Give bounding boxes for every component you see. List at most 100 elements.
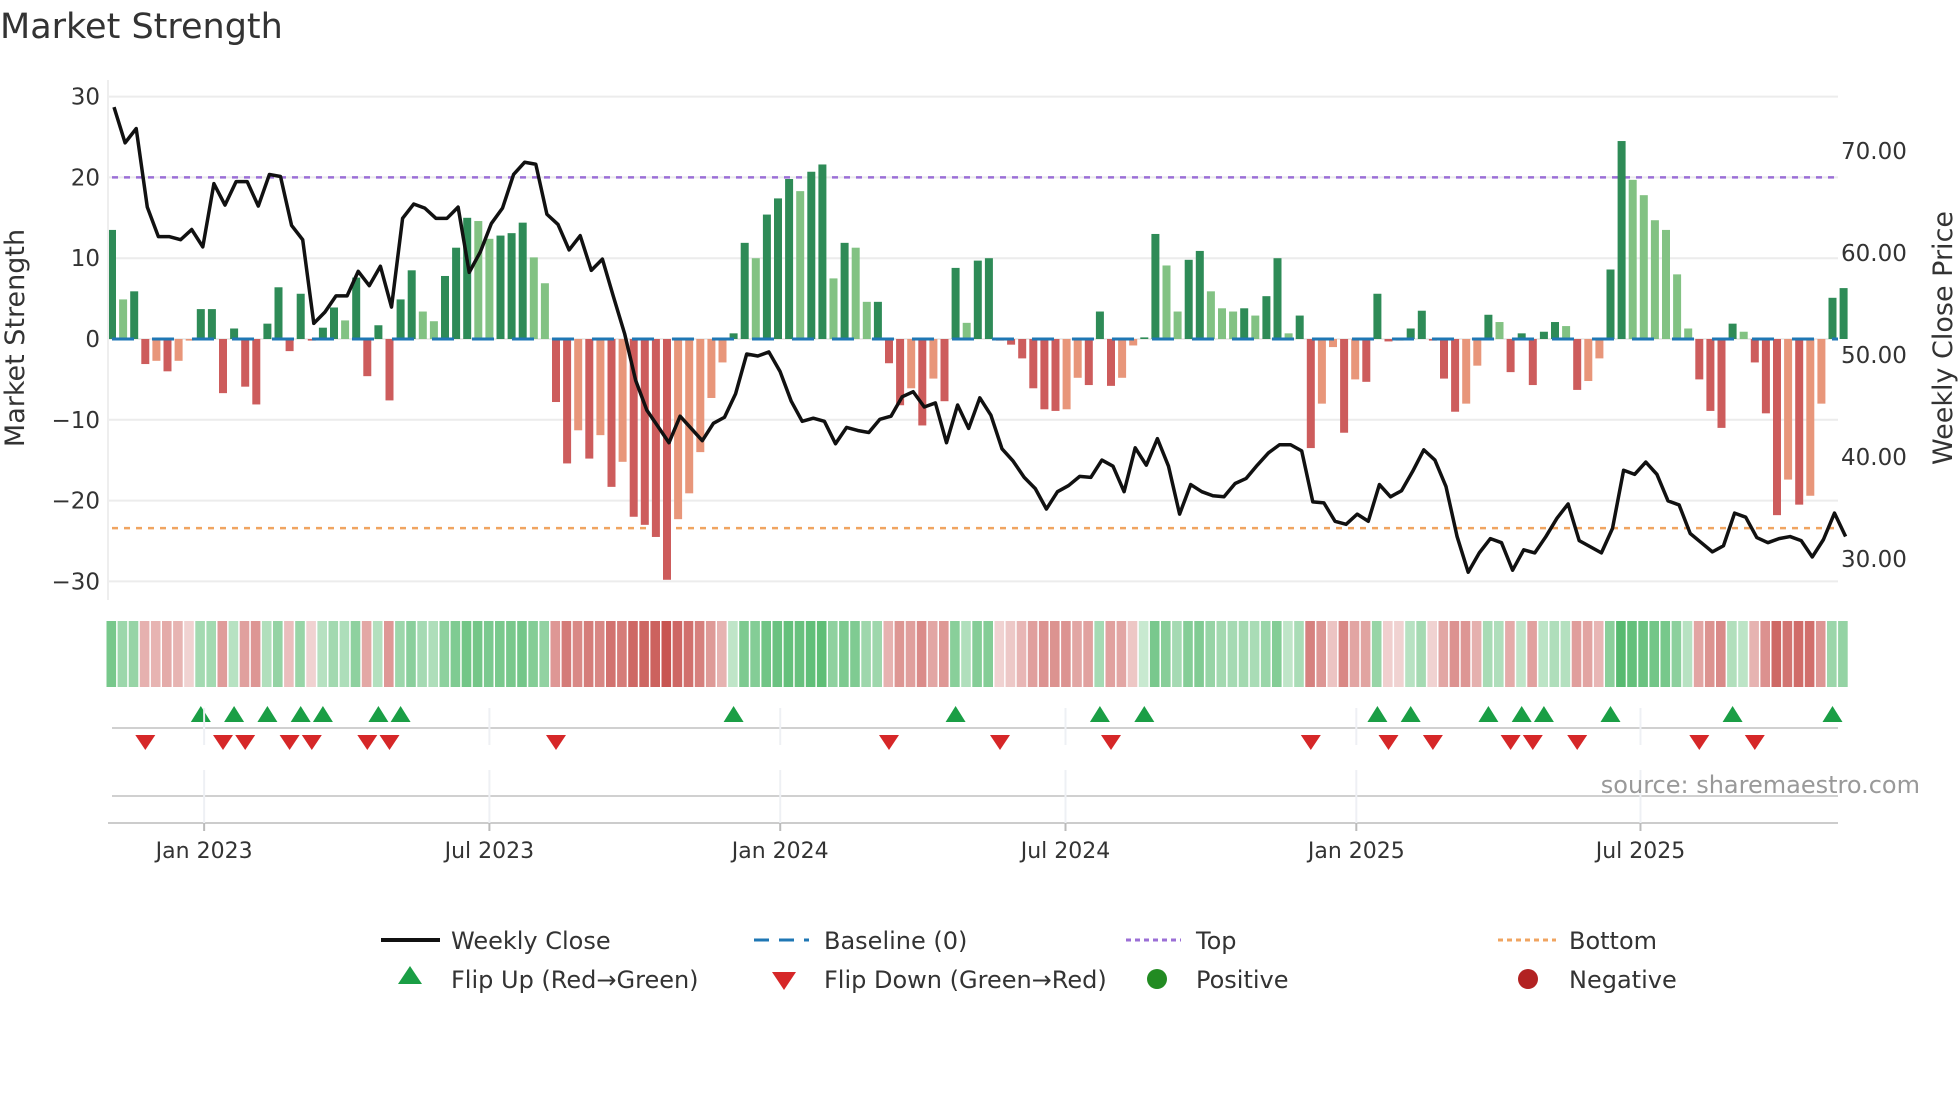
heat-cell [650,621,660,687]
heat-cell [406,621,416,687]
market-strength-chart: Market Strength 30 20 10 0 −10 −20 −30 70.00 60… [0,7,1959,994]
strength-bar [1828,297,1837,339]
heat-cell [606,621,616,687]
strength-bar [119,299,128,339]
strength-bar [1562,326,1571,339]
heat-cell [1693,621,1704,687]
flip-up-marker [290,706,311,722]
strength-bar [1340,339,1349,433]
strength-bar [596,339,605,436]
heat-cell [1371,621,1382,687]
heat-cell [794,621,805,687]
heat-cell [1516,621,1526,687]
y-tick-label: 20 [71,165,100,191]
heat-cell [839,621,849,687]
strength-bar [1417,310,1426,339]
heat-cell [317,621,327,687]
y2-tick-label: 50.00 [1841,343,1907,369]
strength-bar [873,301,882,339]
heat-cell [295,621,305,687]
heat-cell [828,621,838,687]
heat-cell [1804,621,1815,687]
strength-bar [1628,179,1637,339]
heat-cell [1560,621,1571,687]
heat-cell [1616,621,1626,687]
strength-bar [1484,314,1493,339]
strength-bar [352,277,361,339]
strength-bar [1750,339,1759,363]
strength-bar [1739,331,1748,339]
heat-cell [1027,621,1038,687]
legend-positive-label: Positive [1196,966,1289,994]
heat-cell [705,621,716,687]
left-axis: 30 20 10 0 −10 −20 −30 [51,80,109,600]
heat-cell [1449,621,1460,687]
strength-bar [141,339,150,365]
strength-bar [1173,311,1182,339]
flip-up-marker [1822,706,1843,722]
strength-bar [796,191,805,339]
legend-negative-label: Negative [1569,966,1677,994]
strength-bar [918,339,927,426]
heat-cell [117,621,128,687]
strength-bar [1406,328,1415,339]
heat-cell [495,621,505,687]
strength-bar [640,339,649,525]
strength-bar [1817,339,1826,404]
strength-bar [485,238,494,339]
y2-tick-label: 70.00 [1841,139,1907,165]
flip-down-marker [357,735,378,750]
heat-cell [1349,621,1360,687]
flip-down-marker [1422,735,1443,750]
heat-cell [461,621,472,687]
heat-cell [617,621,627,687]
strength-bar [1639,195,1648,339]
heat-cell [583,621,594,687]
y-tick-label: −30 [51,569,100,595]
chart-title: Market Strength [0,7,283,47]
strength-bar [862,301,871,339]
heat-cell [861,621,871,687]
heat-cell [1405,621,1415,687]
heat-cell [1183,621,1193,687]
strength-bar [951,267,960,339]
heat-cell [395,621,405,687]
heat-cell [572,621,583,687]
heat-cell [1294,621,1304,687]
heat-cell [1149,621,1160,687]
strength-bar [1462,339,1471,404]
heat-cell [1827,621,1837,687]
heat-cell [217,621,228,687]
strength-bar [152,339,161,361]
heat-cell [772,621,783,687]
heat-cell [1593,621,1604,687]
strength-bar [1506,339,1515,373]
flip-down-marker [379,735,400,750]
flip-up-marker [390,706,411,722]
heat-cell [384,621,394,687]
heat-cell [1249,621,1260,687]
heat-cell [1283,621,1293,687]
heat-cell [1749,621,1759,687]
heat-cell [528,621,538,687]
y-tick-label: −20 [51,489,100,515]
heat-cell [361,621,372,687]
strength-bar [296,293,305,339]
strength-bar [396,299,405,339]
heat-cell [1538,621,1548,687]
flip-up-marker [1533,706,1554,722]
flip-up-marker [1089,706,1110,722]
legend: Weekly Close Baseline (0) Top Bottom Fli… [381,927,1677,994]
strength-bar [1617,141,1626,339]
y-tick-label: −10 [51,408,100,434]
strength-bar [418,311,427,339]
strength-bar [1040,339,1049,410]
strength-bar [1029,339,1038,389]
strength-bar [1695,339,1704,380]
flip-down-marker [279,735,300,750]
heat-cell [1005,621,1016,687]
heat-cell [195,621,205,687]
strength-bar [207,309,216,339]
strength-bar [685,339,694,494]
flip-up-marker [1511,706,1532,722]
